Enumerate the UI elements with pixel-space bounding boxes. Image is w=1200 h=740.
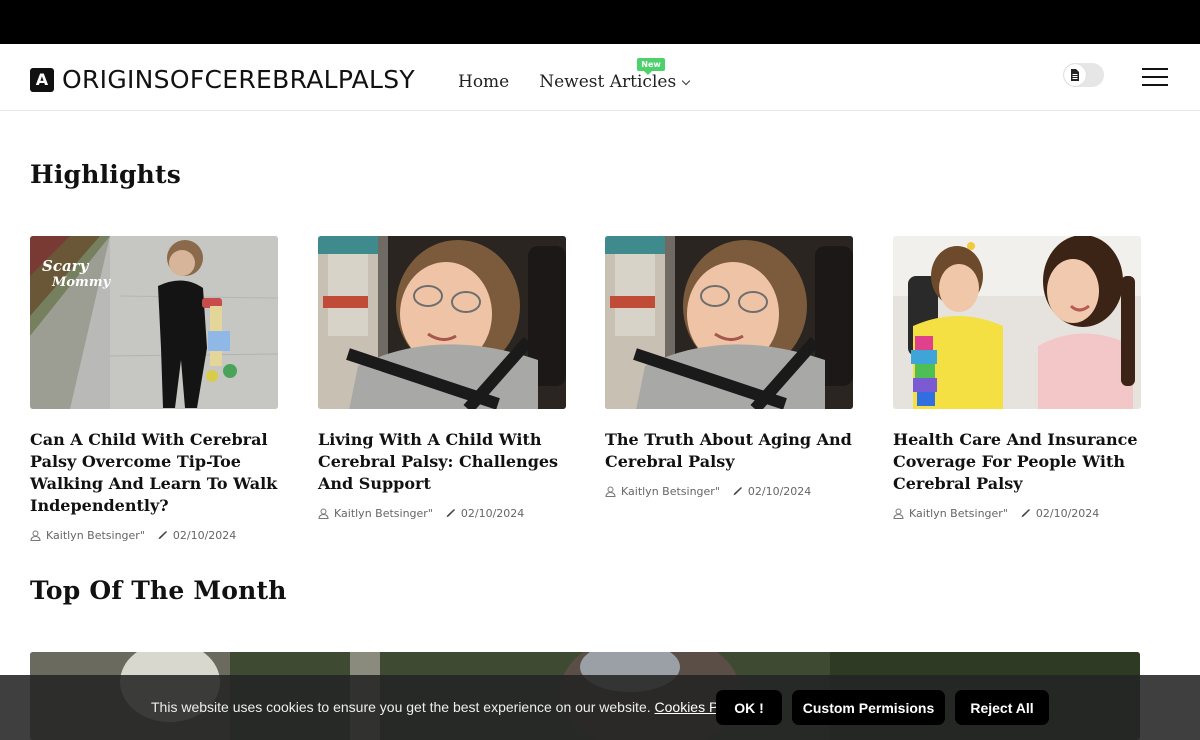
svg-text:Scary: Scary xyxy=(42,257,90,275)
article-image[interactable] xyxy=(318,236,566,409)
article-card: The Truth About Aging And Cerebral Palsy… xyxy=(605,236,853,498)
article-meta: Kaitlyn Betsinger" 02/10/2024 xyxy=(605,485,853,498)
cookie-custom-permissions-button[interactable]: Custom Permisions xyxy=(792,690,945,725)
article-image[interactable]: Scary Mommy xyxy=(30,236,278,409)
document-icon xyxy=(1064,64,1086,86)
article-author[interactable]: Kaitlyn Betsinger" xyxy=(318,507,433,520)
article-title[interactable]: The Truth About Aging And Cerebral Palsy xyxy=(605,429,853,473)
logo-a-icon: A xyxy=(30,68,54,92)
user-icon xyxy=(605,486,616,497)
logo-text: ORIGINSOFCEREBRALPALSY xyxy=(62,65,415,94)
article-image[interactable] xyxy=(893,236,1141,409)
cookie-reject-all-button[interactable]: Reject All xyxy=(955,690,1049,725)
top-black-bar xyxy=(0,0,1200,44)
section-title-top-of-month: Top Of The Month xyxy=(30,576,287,605)
cookie-message: This website uses cookies to ensure you … xyxy=(151,699,749,715)
article-date: 02/10/2024 xyxy=(445,507,524,520)
hamburger-menu-icon[interactable] xyxy=(1142,66,1168,86)
article-title[interactable]: Can A Child With Cerebral Palsy Overcome… xyxy=(30,429,278,517)
nav-home[interactable]: Home xyxy=(458,72,509,92)
author-name: Kaitlyn Betsinger" xyxy=(909,507,1008,520)
date-text: 02/10/2024 xyxy=(1035,507,1100,520)
cookie-text: This website uses cookies to ensure you … xyxy=(151,699,651,715)
site-logo[interactable]: A ORIGINSOFCEREBRALPALSY xyxy=(30,66,415,94)
author-name: Kaitlyn Betsinger" xyxy=(46,529,145,542)
article-card: Living With A Child With Cerebral Palsy:… xyxy=(318,236,566,520)
date-text: 02/10/2024 xyxy=(747,485,812,498)
pen-icon xyxy=(732,486,743,497)
pen-icon xyxy=(445,508,456,519)
highlights-grid: Scary Mommy Can A Child With Cerebral Pa… xyxy=(30,236,1141,542)
chevron-down-icon xyxy=(681,76,691,85)
article-author[interactable]: Kaitlyn Betsinger" xyxy=(30,529,145,542)
logo-letter: A xyxy=(35,70,49,89)
theme-toggle[interactable] xyxy=(1063,63,1104,87)
article-image[interactable] xyxy=(605,236,853,409)
article-title[interactable]: Health Care And Insurance Coverage For P… xyxy=(893,429,1141,495)
section-title-highlights: Highlights xyxy=(30,160,182,189)
article-meta: Kaitlyn Betsinger" 02/10/2024 xyxy=(318,507,566,520)
author-name: Kaitlyn Betsinger" xyxy=(621,485,720,498)
cookie-banner: This website uses cookies to ensure you … xyxy=(0,675,1200,740)
article-date: 02/10/2024 xyxy=(157,529,236,542)
cookie-ok-button[interactable]: OK ! xyxy=(716,690,782,725)
nav-newest-label: Newest Articles xyxy=(539,72,677,92)
article-title[interactable]: Living With A Child With Cerebral Palsy:… xyxy=(318,429,566,495)
nav-newest-articles[interactable]: Newest Articles New xyxy=(539,58,691,92)
user-icon xyxy=(318,508,329,519)
date-text: 02/10/2024 xyxy=(172,529,237,542)
article-meta: Kaitlyn Betsinger" 02/10/2024 xyxy=(30,529,278,542)
article-author[interactable]: Kaitlyn Betsinger" xyxy=(893,507,1008,520)
article-meta: Kaitlyn Betsinger" 02/10/2024 xyxy=(893,507,1141,520)
pen-icon xyxy=(157,530,168,541)
pen-icon xyxy=(1020,508,1031,519)
article-card: Health Care And Insurance Coverage For P… xyxy=(893,236,1141,520)
article-date: 02/10/2024 xyxy=(1020,507,1099,520)
user-icon xyxy=(30,530,41,541)
main-nav: Home Newest Articles New xyxy=(458,58,691,92)
new-badge: New xyxy=(637,58,665,75)
site-header: A ORIGINSOFCEREBRALPALSY Home Newest Art… xyxy=(0,44,1200,111)
date-text: 02/10/2024 xyxy=(460,507,525,520)
user-icon xyxy=(893,508,904,519)
article-card: Scary Mommy Can A Child With Cerebral Pa… xyxy=(30,236,278,542)
article-author[interactable]: Kaitlyn Betsinger" xyxy=(605,485,720,498)
svg-text:Mommy: Mommy xyxy=(51,275,112,290)
article-date: 02/10/2024 xyxy=(732,485,811,498)
author-name: Kaitlyn Betsinger" xyxy=(334,507,433,520)
